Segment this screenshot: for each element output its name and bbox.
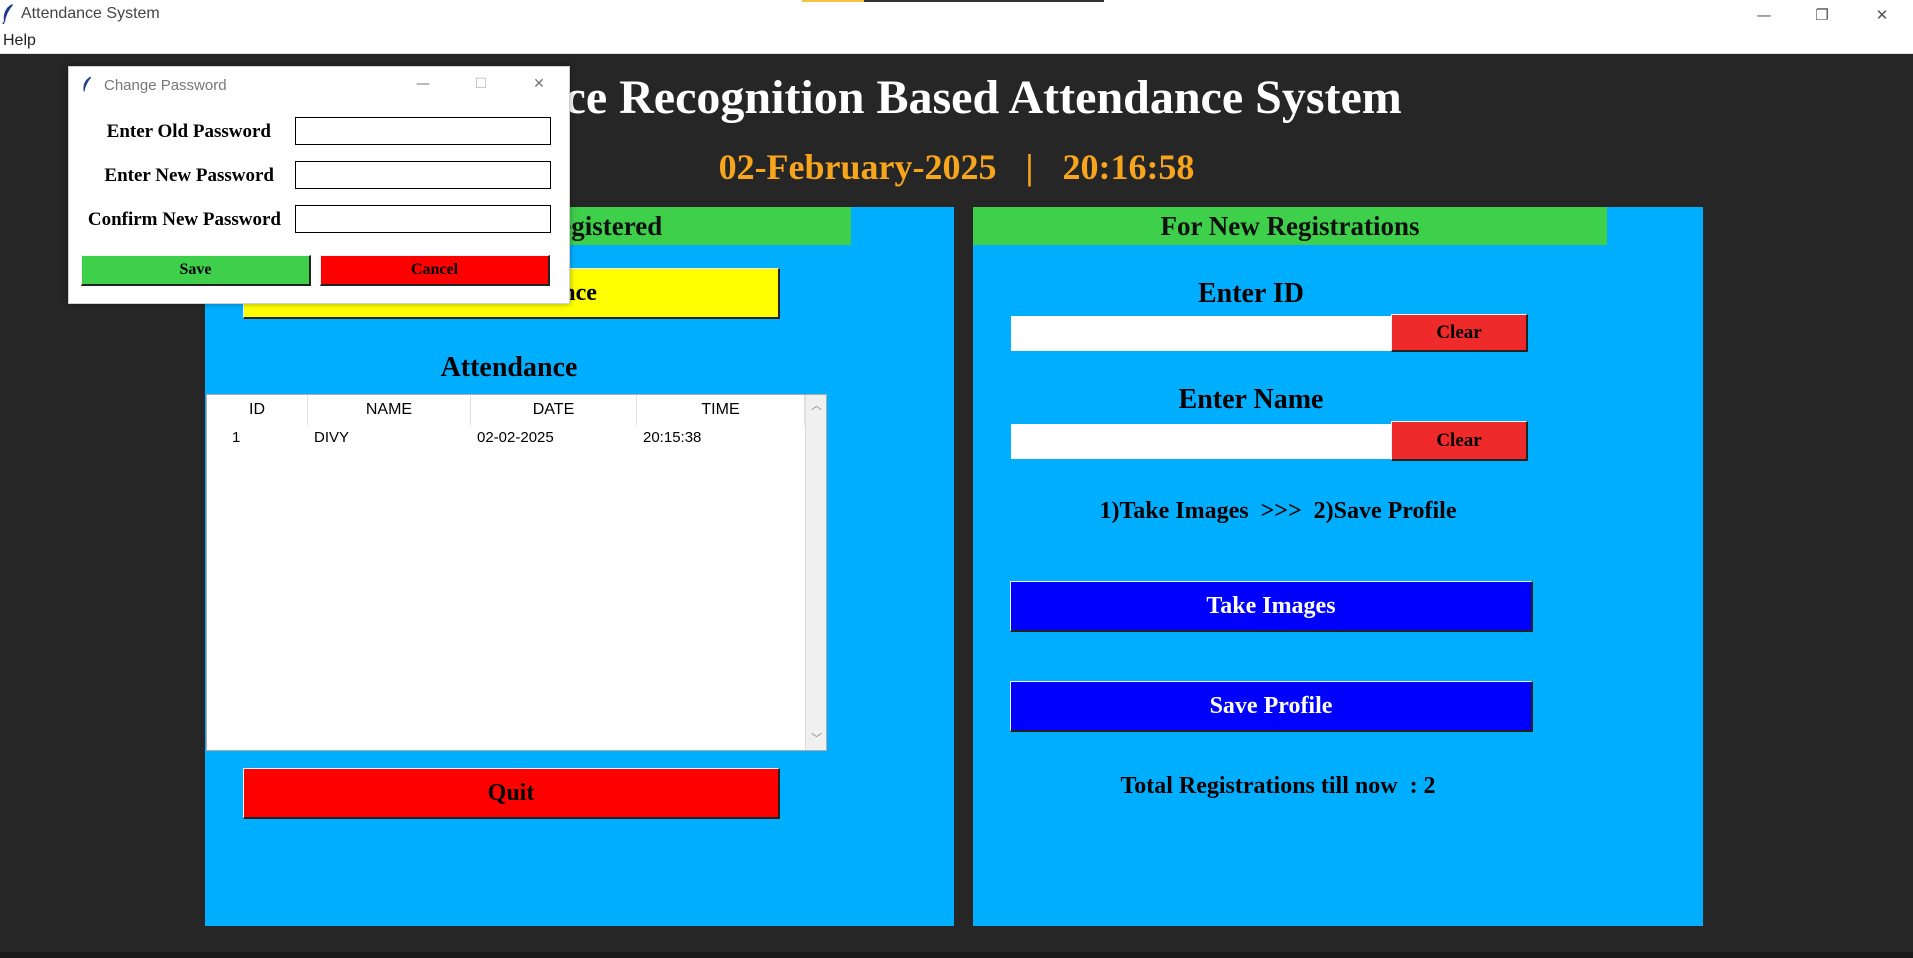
feather-icon	[83, 76, 92, 92]
close-icon[interactable]: ✕	[515, 67, 563, 101]
id-input[interactable]	[1011, 316, 1391, 351]
date-text: 02-February-2025	[718, 147, 997, 187]
new-password-input[interactable]	[295, 161, 551, 189]
name-input[interactable]	[1011, 424, 1391, 459]
column-header-id[interactable]: ID	[207, 395, 308, 425]
title-decoration	[864, 0, 1104, 2]
change-password-dialog: Change Password — ☐ ✕ Enter Old Password…	[68, 66, 570, 304]
cell-date: 02-02-2025	[477, 429, 554, 446]
confirm-password-input[interactable]	[295, 205, 551, 233]
time-text: 20:16:58	[1062, 147, 1195, 187]
cell-id: 1	[232, 429, 241, 446]
minimize-icon[interactable]: —	[1736, 0, 1792, 30]
right-panel-header: For New Registrations	[973, 207, 1607, 245]
total-registrations-label: Total Registrations till now : 2	[1120, 773, 1436, 799]
save-button[interactable]: Save	[81, 255, 311, 286]
attendance-table[interactable]: ID NAME DATE TIME 1 DIVY 02-02-2025 20:1…	[206, 394, 827, 751]
steps-instruction: 1)Take Images >>> 2)Save Profile	[1099, 498, 1457, 524]
clear-id-button[interactable]: Clear	[1391, 314, 1528, 352]
window-titlebar: Attendance System — ❐ ✕	[0, 0, 1913, 30]
scroll-up-icon[interactable]: ︿	[806, 397, 827, 415]
menu-help[interactable]: Help	[3, 32, 36, 50]
attendance-heading: Attendance	[440, 352, 578, 383]
minimize-icon[interactable]: —	[399, 67, 447, 101]
take-images-button[interactable]: Take Images	[1010, 581, 1533, 632]
table-row[interactable]: 1 DIVY 02-02-2025 20:15:38	[207, 425, 805, 451]
clear-name-button[interactable]: Clear	[1391, 421, 1528, 461]
cancel-button[interactable]: Cancel	[320, 255, 550, 286]
old-password-label: Enter Old Password	[106, 121, 271, 142]
menu-bar: Help	[0, 30, 1913, 54]
maximize-icon: ☐	[474, 76, 488, 92]
cell-name: DIVY	[314, 429, 350, 446]
table-scrollbar[interactable]: ︿ ﹀	[805, 395, 826, 750]
window-title: Attendance System	[21, 5, 160, 22]
feather-icon	[2, 4, 13, 24]
date-time-separator: |	[1025, 147, 1034, 187]
right-panel	[973, 207, 1703, 926]
quit-button[interactable]: Quit	[243, 768, 780, 819]
confirm-password-label: Confirm New Password	[87, 209, 281, 230]
restore-icon[interactable]: ❐	[1794, 0, 1850, 30]
column-header-date[interactable]: DATE	[471, 395, 637, 425]
scroll-down-icon[interactable]: ﹀	[806, 730, 827, 748]
enter-id-label: Enter ID	[1197, 278, 1305, 309]
column-header-name[interactable]: NAME	[308, 395, 471, 425]
close-icon[interactable]: ✕	[1854, 0, 1910, 30]
cell-time: 20:15:38	[643, 429, 702, 446]
old-password-input[interactable]	[295, 117, 551, 145]
save-profile-button[interactable]: Save Profile	[1010, 681, 1533, 732]
bottom-edge	[0, 952, 1913, 958]
new-password-label: Enter New Password	[104, 165, 274, 186]
dialog-title: Change Password	[104, 77, 227, 94]
column-header-time[interactable]: TIME	[637, 395, 805, 425]
enter-name-label: Enter Name	[1178, 384, 1324, 415]
title-decoration	[802, 0, 864, 2]
